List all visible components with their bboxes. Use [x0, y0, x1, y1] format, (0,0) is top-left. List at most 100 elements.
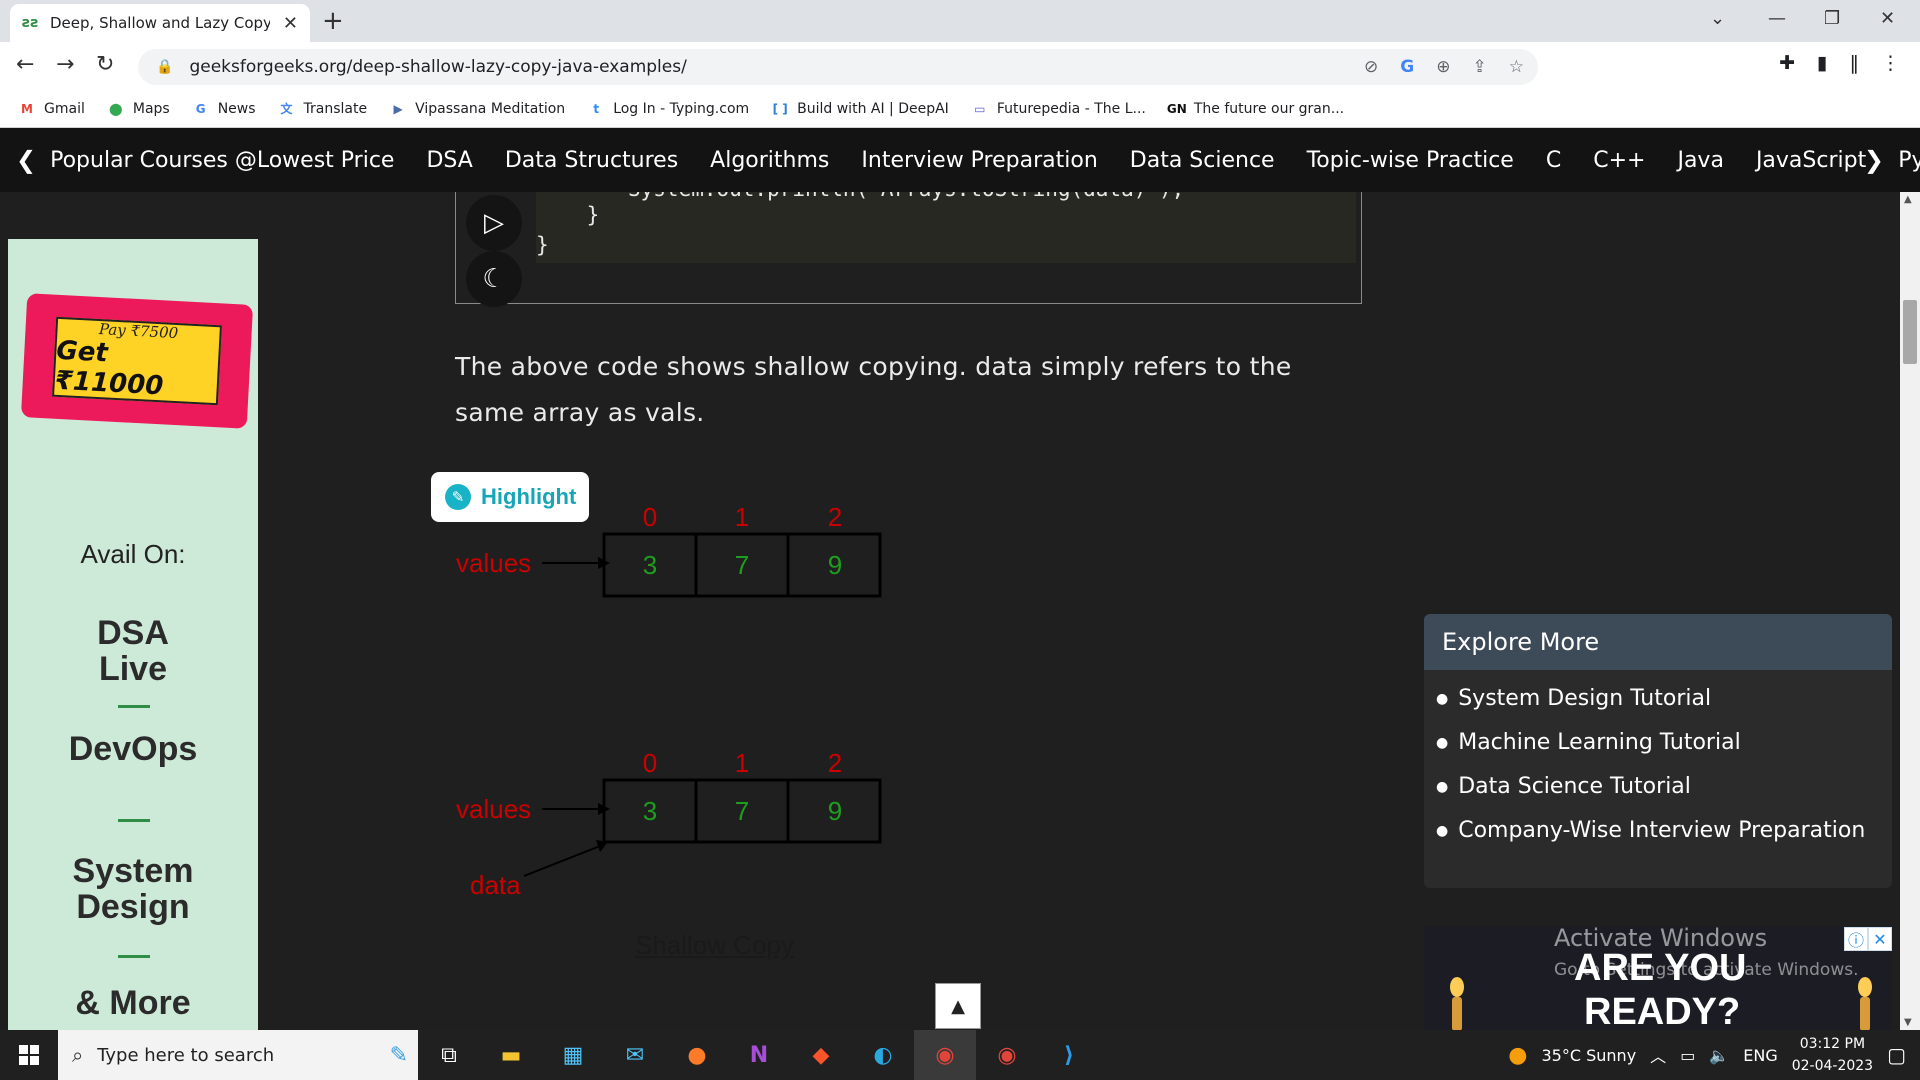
reload-button[interactable]: ↻ [96, 52, 114, 77]
battery-icon[interactable]: ▭ [1680, 1046, 1695, 1065]
share-icon[interactable]: ⇪ [1473, 57, 1487, 77]
extension-bars-icon[interactable]: ‖ [1850, 52, 1860, 74]
file-explorer-icon[interactable]: ▬ [480, 1030, 542, 1080]
scroll-up-icon[interactable]: ▲ [1904, 194, 1912, 205]
nav-item-c[interactable]: C [1546, 148, 1561, 173]
onenote-icon[interactable]: N [728, 1030, 790, 1080]
back-button[interactable]: ← [16, 52, 34, 77]
nav-item-java[interactable]: Java [1677, 148, 1723, 173]
code-area: System.out.println("Arrays.toString(data… [536, 192, 1356, 263]
close-window-button[interactable]: ✕ [1880, 8, 1895, 29]
scrollbar-thumb[interactable] [1903, 300, 1917, 364]
translate-icon: 文 [280, 102, 293, 116]
notifications-icon[interactable]: ▢ [1887, 1043, 1906, 1067]
edge-icon[interactable]: ◐ [852, 1030, 914, 1080]
vscode-icon[interactable]: ⟩ [1038, 1030, 1100, 1080]
browser-tab-active[interactable]: ƨƨ Deep, Shallow and Lazy Copy wi ✕ [10, 4, 310, 42]
volume-icon[interactable]: 🔈 [1709, 1046, 1729, 1065]
nav-item-algorithms[interactable]: Algorithms [710, 148, 829, 173]
code-block: System.out.println("Arrays.toString(data… [455, 192, 1362, 307]
flame-icon [1450, 977, 1464, 997]
ad-headline-2: READY? [1584, 991, 1741, 1030]
language-indicator[interactable]: ENG [1743, 1046, 1777, 1065]
chrome-icon[interactable]: ◉ [976, 1030, 1038, 1080]
ad-item-dsa-live: DSA Live [97, 614, 169, 688]
cookie-block-icon[interactable]: ⊘ [1364, 57, 1378, 77]
bookmark-gmail[interactable]: M Gmail [18, 100, 85, 118]
bookmark-futurepedia[interactable]: ▭ Futurepedia - The L... [971, 100, 1146, 118]
page-scrollbar[interactable]: ▲ ▼ [1900, 192, 1920, 1030]
nav-item-javascript[interactable]: JavaScript [1756, 148, 1866, 173]
firefox-icon[interactable]: ● [666, 1030, 728, 1080]
lock-icon[interactable]: 🔒 [156, 59, 173, 75]
ad-close-icon[interactable]: ✕ [1868, 927, 1892, 951]
nav-item-data-science[interactable]: Data Science [1130, 148, 1275, 173]
explore-link-data-science[interactable]: ● Data Science Tutorial [1436, 774, 1892, 799]
brave-icon[interactable]: ◆ [790, 1030, 852, 1080]
code-line: } [536, 233, 549, 257]
bookmark-typing[interactable]: t Log In - Typing.com [587, 100, 749, 118]
explore-link-company-wise[interactable]: ● Company-Wise Interview Preparation [1436, 818, 1892, 843]
page-content: Pay ₹7500 Get ₹11000 Avail On: DSA Live … [0, 192, 1900, 1030]
tab-close-icon[interactable]: ✕ [283, 13, 298, 34]
bookmark-translate[interactable]: 文 Translate [278, 100, 368, 118]
side-panel-icon[interactable]: ▮ [1817, 52, 1827, 74]
minimize-button[interactable]: — [1768, 8, 1786, 29]
code-line: System.out.println("Arrays.toString(data… [628, 192, 1184, 201]
explore-more-title: Explore More [1424, 614, 1892, 670]
nav-item-popular-courses-lowest-price[interactable]: Popular Courses @Lowest Price [50, 148, 394, 173]
forward-button[interactable]: → [56, 52, 74, 77]
bookmark-star-icon[interactable]: ☆ [1509, 57, 1524, 77]
tab-search-chevron-icon[interactable]: ⌄ [1710, 8, 1725, 29]
nav-item-interview-preparation[interactable]: Interview Preparation [861, 148, 1097, 173]
run-code-button[interactable]: ▷ [466, 195, 522, 251]
bookmark-vipassana[interactable]: ▶ Vipassana Meditation [389, 100, 566, 118]
chrome-icon-active[interactable]: ◉ [914, 1030, 976, 1080]
nav-item-cplusplus[interactable]: C++ [1593, 148, 1645, 173]
left-ad-banner[interactable]: Pay ₹7500 Get ₹11000 Avail On: DSA Live … [8, 239, 258, 1030]
bookmark-deepai[interactable]: [ ] Build with AI | DeepAI [771, 100, 949, 118]
search-icon: ⌕ [72, 1043, 84, 1067]
nav-item-dsa[interactable]: DSA [426, 148, 472, 173]
new-tab-button[interactable]: + [322, 6, 344, 36]
nav-item-data-structures[interactable]: Data Structures [505, 148, 678, 173]
ms-store-icon[interactable]: ▦ [542, 1030, 604, 1080]
data-pointer-arrow [523, 845, 601, 877]
windows-taskbar: ⌕ Type here to search ✎ ⧉ ▬ ▦ ✉ ● N ◆ ◐ … [0, 1030, 1920, 1080]
index-label: 0 [643, 748, 657, 778]
clock[interactable]: 03:12 PM 02-04-2023 [1792, 1033, 1873, 1077]
bookmark-news[interactable]: G News [192, 100, 256, 118]
index-label: 0 [643, 502, 657, 532]
mail-icon[interactable]: ✉ [604, 1030, 666, 1080]
maps-icon: ⬤ [109, 101, 123, 116]
restore-button[interactable]: ❐ [1824, 8, 1840, 29]
ad-item-system-design: System Design [72, 852, 194, 926]
bookmark-maps[interactable]: ⬤ Maps [107, 100, 170, 118]
nav-scroll-left-icon[interactable]: ❮ [16, 146, 36, 174]
explore-link-system-design[interactable]: ● System Design Tutorial [1436, 686, 1892, 711]
search-highlight-icon: ✎ [389, 1042, 408, 1068]
ad-avail-text: Avail On: [80, 539, 186, 569]
menu-kebab-icon[interactable]: ⋮ [1881, 52, 1900, 74]
tray-chevron-icon[interactable]: ︿ [1650, 1043, 1666, 1067]
nav-item-topic-wise-practice[interactable]: Topic-wise Practice [1307, 148, 1514, 173]
nav-item-pyth[interactable]: Pyth [1898, 148, 1920, 173]
taskbar-search-box[interactable]: ⌕ Type here to search ✎ [58, 1030, 418, 1080]
google-lens-icon[interactable]: G [1400, 57, 1414, 77]
candle-icon [1860, 997, 1870, 1030]
explore-link-machine-learning[interactable]: ● Machine Learning Tutorial [1436, 730, 1892, 755]
weather-text[interactable]: 35°C Sunny [1542, 1046, 1637, 1065]
start-button[interactable] [0, 1030, 58, 1080]
zoom-icon[interactable]: ⊕ [1436, 57, 1450, 77]
ad-info-icon[interactable]: ⓘ [1844, 927, 1868, 951]
task-view-icon[interactable]: ⧉ [418, 1030, 480, 1080]
extensions-icon[interactable]: ✚ [1779, 52, 1795, 74]
weather-sun-icon[interactable]: ● [1508, 1043, 1527, 1068]
bookmark-gn[interactable]: GN The future our gran... [1167, 100, 1344, 118]
scroll-to-top-button[interactable]: ▲ [935, 983, 981, 1029]
address-bar[interactable]: 🔒 geeksforgeeks.org/deep-shallow-lazy-co… [138, 49, 1538, 85]
typing-icon: t [593, 101, 600, 116]
scroll-down-icon[interactable]: ▼ [1904, 1017, 1912, 1028]
dark-mode-toggle-icon[interactable]: ☾ [466, 251, 522, 307]
nav-scroll-right-icon[interactable]: ❯ [1864, 146, 1884, 174]
